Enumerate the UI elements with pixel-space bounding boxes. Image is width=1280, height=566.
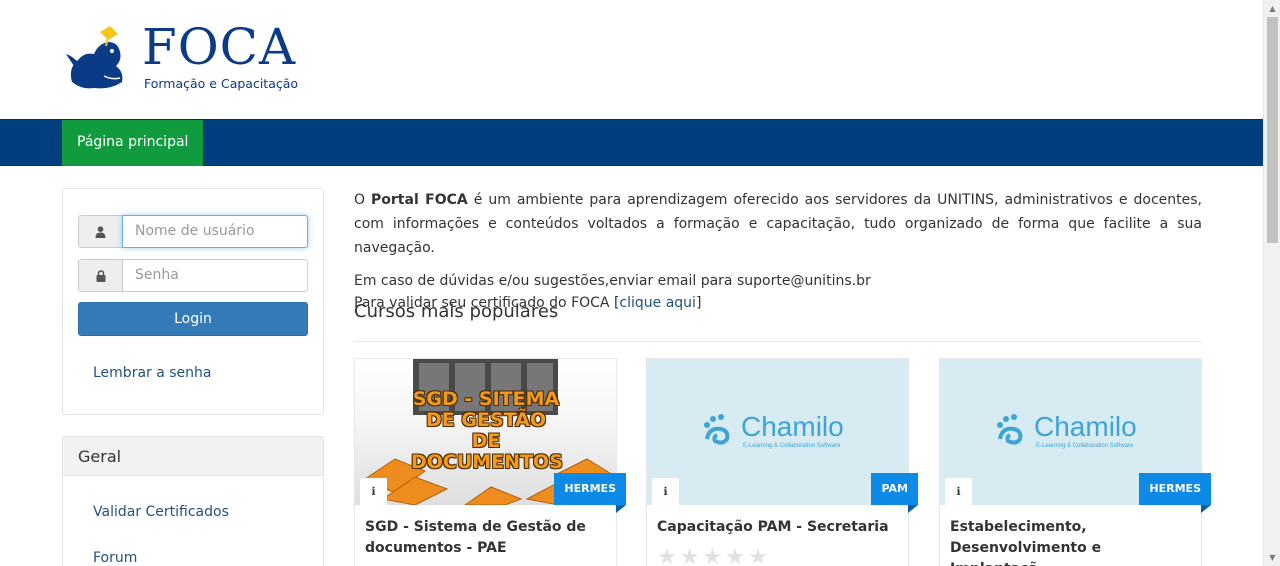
course-category-badge: HERMES: [554, 473, 626, 513]
user-icon: [78, 215, 122, 248]
password-group: Senha: [78, 259, 308, 292]
section-title: Cursos mais populares: [354, 301, 559, 322]
course-category-badge: PAM: [871, 473, 918, 513]
foca-logo[interactable]: FOCA Formação e Capacitação: [64, 18, 304, 94]
remember-password-link[interactable]: Lembrar a senha: [93, 365, 212, 381]
password-input[interactable]: Senha: [122, 259, 308, 292]
course-category-badge: HERMES: [1139, 473, 1211, 513]
general-panel: Geral Validar Certificados Forum: [62, 436, 324, 566]
logo-subtitle: Formação e Capacitação: [144, 76, 299, 91]
chamilo-chameleon-icon: [997, 414, 1023, 445]
sidebar-item-forum[interactable]: Forum: [93, 550, 137, 566]
login-button[interactable]: Login: [78, 302, 308, 336]
course-image-caption: SGD - SITEMA DE GESTÃO DE DOCUMENTOS: [411, 388, 563, 473]
scroll-thumb[interactable]: [1267, 17, 1278, 243]
main-navbar: Página principal: [0, 119, 1263, 166]
course-card[interactable]: Chamilo E-Learning & Collaboration Softw…: [646, 358, 918, 566]
course-image[interactable]: Chamilo E-Learning & Collaboration Softw…: [647, 359, 908, 505]
rating-stars[interactable]: ★ ★ ★ ★ ★: [657, 547, 768, 566]
chamilo-chameleon-icon: [704, 414, 730, 445]
certificate-link[interactable]: clique aqui: [619, 295, 696, 311]
portal-name: Portal FOCA: [371, 192, 468, 208]
certificate-suffix: ]: [695, 295, 702, 311]
seal-mascot-icon: [66, 26, 123, 89]
logo-title: FOCA: [142, 18, 297, 76]
info-icon[interactable]: ℹ: [652, 478, 679, 505]
info-icon[interactable]: ℹ: [945, 478, 972, 505]
sidebar-item-validate-certificates[interactable]: Validar Certificados: [93, 504, 229, 520]
star-icon[interactable]: ★: [725, 547, 745, 566]
vertical-scrollbar[interactable]: ▲ ▼: [1263, 0, 1280, 566]
section-divider: [354, 341, 1202, 342]
chamilo-logo: Chamilo E-Learning & Collaboration Softw…: [996, 411, 1146, 451]
course-title[interactable]: Capacitação PAM - Secretaria: [657, 517, 897, 538]
course-card[interactable]: Chamilo E-Learning & Collaboration Softw…: [939, 358, 1211, 566]
star-icon[interactable]: ★: [680, 547, 700, 566]
course-title[interactable]: SGD - Sistema de Gestão de documentos - …: [365, 517, 605, 559]
course-card[interactable]: SGD - SITEMA DE GESTÃO DE DOCUMENTOS ℹ H…: [354, 358, 626, 566]
scroll-down-arrow-icon[interactable]: ▼: [1264, 549, 1280, 566]
intro-paragraph: O Portal FOCA é um ambiente para aprendi…: [354, 188, 1202, 260]
username-group: Nome de usuário: [78, 215, 308, 248]
intro-text: é um ambiente para aprendizagem oferecid…: [354, 192, 1202, 256]
chamilo-tagline: E-Learning & Collaboration Software: [1036, 443, 1134, 449]
main-content: O Portal FOCA é um ambiente para aprendi…: [354, 188, 1211, 566]
star-icon[interactable]: ★: [748, 547, 768, 566]
support-line: Em caso de dúvidas e/ou sugestões,enviar…: [354, 273, 871, 289]
chamilo-tagline: E-Learning & Collaboration Software: [743, 443, 841, 449]
star-icon[interactable]: ★: [657, 547, 677, 566]
chamilo-logo: Chamilo E-Learning & Collaboration Softw…: [703, 411, 853, 451]
header: FOCA Formação e Capacitação: [0, 0, 1263, 119]
username-input[interactable]: Nome de usuário: [122, 215, 308, 248]
general-panel-heading: Geral: [63, 437, 323, 476]
intro-prefix: O: [354, 192, 372, 208]
nav-item-home[interactable]: Página principal: [62, 120, 204, 166]
scroll-up-arrow-icon[interactable]: ▲: [1264, 0, 1280, 17]
star-icon[interactable]: ★: [702, 547, 722, 566]
course-title[interactable]: Estabelecimento, Desenvolvimento e Impla…: [950, 517, 1190, 566]
page: FOCA Formação e Capacitação Página princ…: [0, 0, 1280, 566]
lock-icon: [78, 259, 122, 292]
chamilo-wordmark: Chamilo: [741, 411, 844, 442]
chamilo-wordmark: Chamilo: [1034, 411, 1137, 442]
login-panel: Nome de usuário Senha Login Lembrar a se…: [62, 188, 324, 415]
info-icon[interactable]: ℹ: [360, 478, 387, 505]
